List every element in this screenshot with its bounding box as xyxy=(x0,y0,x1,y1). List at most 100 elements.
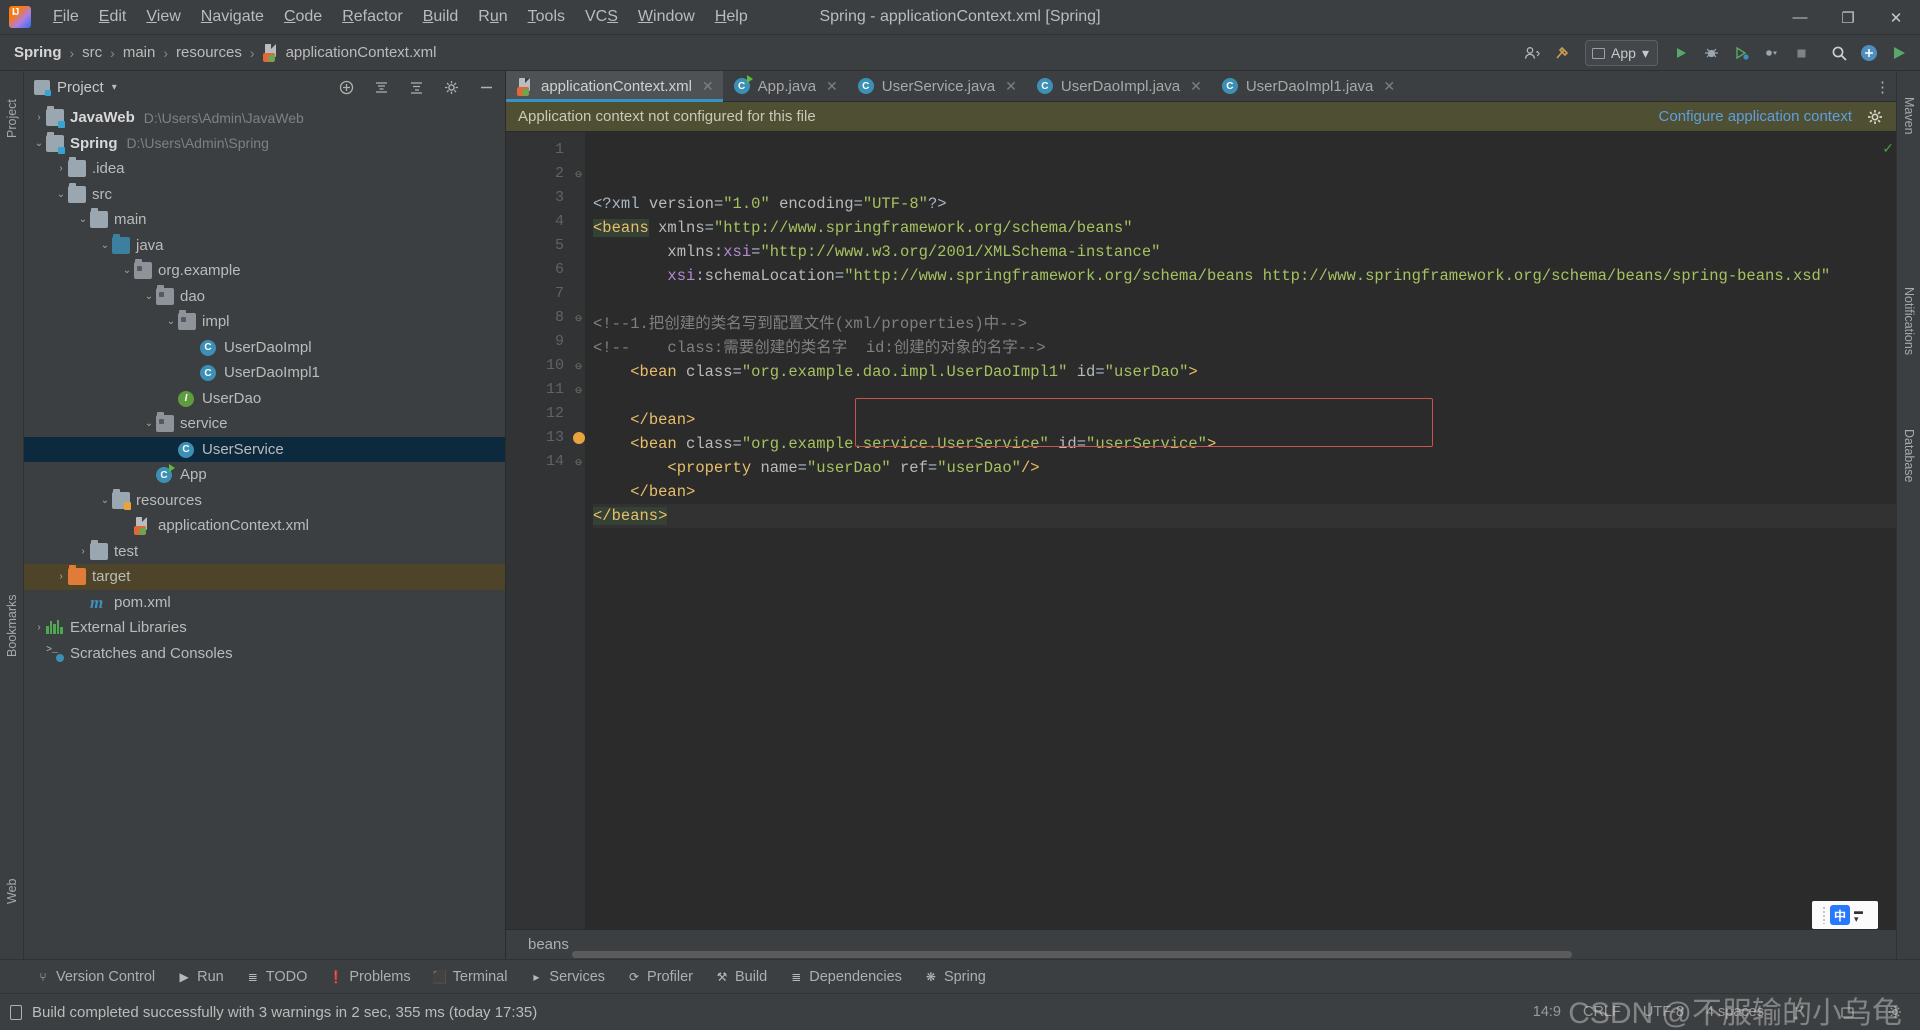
run-with-coverage-button[interactable] xyxy=(1728,40,1754,66)
run-configuration-selector[interactable]: App ▾ xyxy=(1585,40,1658,66)
tree-node-userdaoimpl[interactable]: C UserDaoImpl xyxy=(24,335,505,361)
ime-drag-handle[interactable] xyxy=(1822,906,1826,924)
close-tab-icon[interactable]: ✕ xyxy=(702,78,714,95)
menu-edit[interactable]: Edit xyxy=(89,4,137,30)
editor-tab-userservice-java[interactable]: C UserService.java ✕ xyxy=(847,71,1026,101)
tree-twisty[interactable]: ⌄ xyxy=(142,291,156,302)
tree-node-org-example[interactable]: ⌄ org.example xyxy=(24,258,505,284)
select-opened-file-icon[interactable] xyxy=(403,74,429,100)
tree-twisty[interactable]: ⌄ xyxy=(32,138,46,149)
breadcrumb-src[interactable]: src xyxy=(82,44,102,61)
tree-node-service[interactable]: ⌄ service xyxy=(24,411,505,437)
editor-tab-applicationcontext-xml[interactable]: applicationContext.xml ✕ xyxy=(506,71,723,102)
tree-twisty[interactable]: ⌄ xyxy=(98,495,112,506)
menu-window[interactable]: Window xyxy=(628,4,705,30)
tree-node-app[interactable]: C App xyxy=(24,462,505,488)
tool-window-dependencies[interactable]: ≣ Dependencies xyxy=(789,969,902,985)
code-text[interactable]: <?xml version="1.0" encoding="UTF-8"?> <b… xyxy=(585,132,1896,929)
tree-twisty[interactable]: › xyxy=(32,112,46,123)
search-everywhere-icon[interactable] xyxy=(1826,40,1852,66)
stop-button[interactable] xyxy=(1788,40,1814,66)
code-folding-strip[interactable]: ⊖ ⊖ ⊖ ⊖ ⊖ xyxy=(572,132,585,929)
tree-twisty[interactable]: ⌄ xyxy=(54,189,68,200)
tree-node-java[interactable]: ⌄ java xyxy=(24,233,505,259)
ime-mode-icon[interactable]: 中 xyxy=(1830,905,1850,925)
line-separator-indicator[interactable]: CRLF xyxy=(1583,1004,1621,1020)
close-tab-icon[interactable]: ✕ xyxy=(1190,78,1202,95)
tree-node-idea[interactable]: › .idea xyxy=(24,156,505,182)
tree-node-pom-xml[interactable]: m pom.xml xyxy=(24,590,505,616)
inspection-marker-strip[interactable]: ✓ xyxy=(1882,132,1896,929)
menu-code[interactable]: Code xyxy=(274,4,332,30)
intention-bulb-icon[interactable] xyxy=(572,432,585,444)
horizontal-scrollbar[interactable] xyxy=(572,951,1776,958)
tree-node-applicationcontext-xml[interactable]: applicationContext.xml xyxy=(24,513,505,539)
tree-node-resources[interactable]: ⌄ resources xyxy=(24,488,505,514)
scrollbar-thumb[interactable] xyxy=(572,951,1572,958)
breadcrumb-main[interactable]: main xyxy=(123,44,156,61)
tree-node-dao[interactable]: ⌄ dao xyxy=(24,284,505,310)
tree-node-javaweb[interactable]: › JavaWeb D:\Users\Admin\JavaWeb xyxy=(24,105,505,131)
breadcrumb-spring[interactable]: Spring xyxy=(14,44,62,61)
code-fold-toggle[interactable] xyxy=(572,426,585,450)
code-fold-toggle[interactable]: ⊖ xyxy=(572,306,585,330)
updates-available-icon[interactable] xyxy=(1886,40,1912,66)
menu-tools[interactable]: Tools xyxy=(518,4,575,30)
debug-button[interactable] xyxy=(1698,40,1724,66)
settings-account-icon[interactable] xyxy=(1856,40,1882,66)
tree-node-main[interactable]: ⌄ main xyxy=(24,207,505,233)
tree-node-impl[interactable]: ⌄ impl xyxy=(24,309,505,335)
code-fold-toggle[interactable]: ⊖ xyxy=(572,450,585,474)
editor-tab-userdaoimpl-java[interactable]: C UserDaoImpl.java ✕ xyxy=(1026,71,1211,101)
tree-node-userdaoimpl1[interactable]: C UserDaoImpl1 xyxy=(24,360,505,386)
tree-node-scratches-and-consoles[interactable]: Scratches and Consoles xyxy=(24,641,505,667)
tree-twisty[interactable]: › xyxy=(76,546,90,557)
user-account-icon[interactable] xyxy=(1519,40,1545,66)
notifications-bell-icon[interactable] xyxy=(1834,999,1860,1025)
menu-build[interactable]: Build xyxy=(413,4,469,30)
tool-window-problems[interactable]: ❗ Problems xyxy=(329,969,411,985)
tree-twisty[interactable]: › xyxy=(32,622,46,633)
close-tab-icon[interactable]: ✕ xyxy=(1383,78,1395,95)
chevron-down-icon[interactable]: ▾ xyxy=(112,82,117,93)
editor-tabs-more-icon[interactable]: ⋮ xyxy=(1875,71,1890,102)
tool-strip-web[interactable]: Web xyxy=(0,861,24,921)
tree-node-spring[interactable]: ⌄ Spring D:\Users\Admin\Spring xyxy=(24,131,505,157)
tool-strip-project[interactable]: Project xyxy=(0,77,24,161)
close-window-button[interactable]: ✕ xyxy=(1872,0,1920,35)
editor-tab-userdaoimpl1-java[interactable]: C UserDaoImpl1.java ✕ xyxy=(1211,71,1404,101)
menu-navigate[interactable]: Navigate xyxy=(191,4,274,30)
ide-settings-gear-icon[interactable] xyxy=(1882,999,1908,1025)
tool-strip-notifications[interactable]: Notifications xyxy=(1897,251,1920,391)
tree-twisty[interactable]: ⌄ xyxy=(120,265,134,276)
tree-node-userservice[interactable]: C UserService xyxy=(24,436,505,462)
encoding-indicator[interactable]: UTF-8 xyxy=(1643,1004,1684,1020)
code-fold-toggle[interactable]: ⊖ xyxy=(572,378,585,402)
menu-vcs[interactable]: VCS xyxy=(575,4,628,30)
editor-tab-app-java[interactable]: C App.java ✕ xyxy=(723,71,847,101)
expand-scope-icon[interactable] xyxy=(333,74,359,100)
tool-window-profiler[interactable]: ⟳ Profiler xyxy=(627,969,693,985)
editor-breadcrumb-beans[interactable]: beans xyxy=(528,936,569,953)
menu-run[interactable]: Run xyxy=(468,4,517,30)
tool-window-spring[interactable]: ❋ Spring xyxy=(924,969,986,985)
tree-twisty[interactable]: › xyxy=(54,163,68,174)
more-run-options-button[interactable] xyxy=(1758,40,1784,66)
tree-node-userdao[interactable]: I UserDao xyxy=(24,386,505,412)
tree-node-src[interactable]: ⌄ src xyxy=(24,182,505,208)
menu-file[interactable]: FFileile xyxy=(43,4,89,30)
code-fold-toggle[interactable]: ⊖ xyxy=(572,354,585,378)
tree-node-target[interactable]: › target xyxy=(24,564,505,590)
menu-view[interactable]: View xyxy=(136,4,190,30)
tool-window-services[interactable]: ▸ Services xyxy=(529,969,605,985)
close-tab-icon[interactable]: ✕ xyxy=(826,78,838,95)
code-editor[interactable]: 1 2 3 4 5 6 7 8 9 10 11 12 13 14 ⊖ ⊖ ⊖ ⊖ ⊖ <?xml version=… xyxy=(506,132,1896,929)
collapse-all-icon[interactable] xyxy=(368,74,394,100)
tree-node-external-libraries[interactable]: › External Libraries xyxy=(24,615,505,641)
tool-strip-maven[interactable]: Maven xyxy=(1897,81,1920,151)
tree-twisty[interactable]: ⌄ xyxy=(142,418,156,429)
caret-position[interactable]: 14:9 xyxy=(1533,1004,1561,1020)
tool-strip-bookmarks[interactable]: Bookmarks xyxy=(0,571,24,681)
menu-refactor[interactable]: Refactor xyxy=(332,4,412,30)
tree-twisty[interactable]: ⌄ xyxy=(164,316,178,327)
